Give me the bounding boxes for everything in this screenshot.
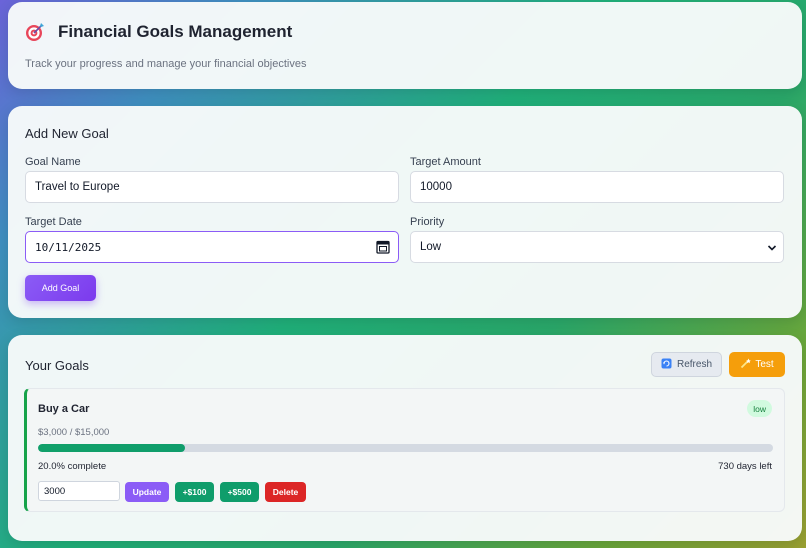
add-goal-card: Add New Goal Goal Name Travel to Europe …	[8, 106, 802, 318]
header-card: Financial Goals Management Track your pr…	[8, 2, 802, 89]
target-amount-label: Target Amount	[410, 156, 481, 168]
progress-bar	[38, 444, 773, 452]
add-goal-button[interactable]: Add Goal	[25, 275, 96, 301]
target-date-label: Target Date	[25, 216, 82, 228]
add-100-button[interactable]: +$100	[175, 482, 214, 502]
page-title: Financial Goals Management	[58, 22, 293, 41]
priority-select[interactable]: Low	[410, 231, 784, 263]
target-date-input[interactable]: 10/11/2025	[25, 231, 399, 263]
goal-name-input[interactable]: Travel to Europe	[25, 171, 399, 203]
page-subtitle: Track your progress and manage your fina…	[25, 58, 307, 70]
priority-badge: low	[747, 400, 772, 417]
goal-days-left: 730 days left	[718, 461, 772, 472]
priority-selected-value: Low	[420, 241, 442, 253]
target-date-value: 10/11/2025	[35, 240, 102, 254]
test-button[interactable]: Test	[729, 352, 785, 377]
test-label: Test	[755, 359, 774, 370]
target-amount-value: 10000	[420, 181, 452, 193]
refresh-button[interactable]: Refresh	[651, 352, 722, 377]
progress-fill	[38, 444, 185, 452]
goal-name-value: Travel to Europe	[35, 181, 120, 193]
goal-percent: 20.0% complete	[38, 461, 107, 472]
calendar-icon[interactable]	[376, 240, 390, 254]
goal-amount: $3,000 / $15,000	[38, 427, 110, 438]
header-title-row: Financial Goals Management	[25, 22, 292, 42]
target-icon	[25, 22, 45, 42]
chevron-down-icon	[767, 243, 777, 253]
target-amount-input[interactable]: 10000	[410, 171, 784, 203]
refresh-icon	[661, 358, 672, 372]
goal-name-label: Goal Name	[25, 156, 81, 168]
add-goal-title: Add New Goal	[25, 126, 109, 141]
update-amount-input[interactable]: 3000	[38, 481, 120, 501]
your-goals-title: Your Goals	[25, 358, 89, 373]
delete-button[interactable]: Delete	[265, 482, 306, 502]
update-button[interactable]: Update	[125, 482, 169, 502]
refresh-label: Refresh	[676, 359, 712, 370]
update-amount-value: 3000	[44, 485, 66, 497]
goals-card: Your Goals Refresh Test Buy a Car low $3…	[8, 335, 802, 541]
priority-label: Priority	[410, 216, 445, 228]
add-500-button[interactable]: +$500	[220, 482, 259, 502]
goal-item: Buy a Car low $3,000 / $15,000 20.0% com…	[24, 388, 785, 512]
goal-name: Buy a Car	[38, 403, 90, 415]
wand-icon	[740, 358, 752, 372]
